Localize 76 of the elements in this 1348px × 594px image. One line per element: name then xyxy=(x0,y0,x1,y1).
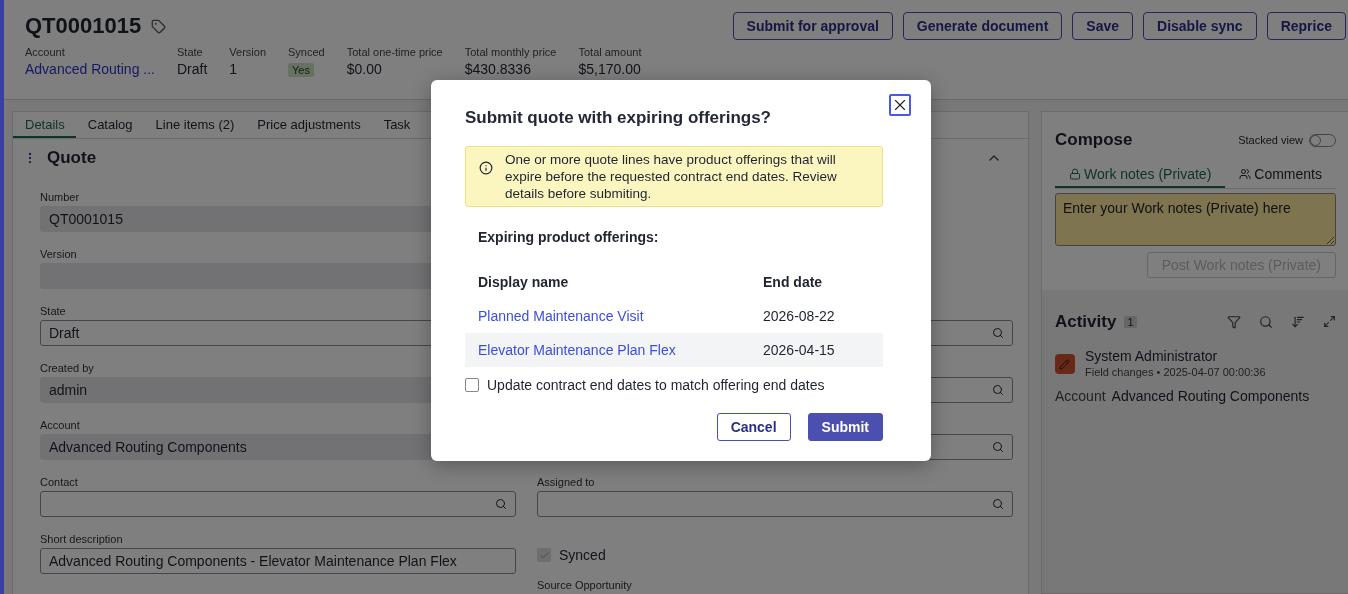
change-field: Account xyxy=(1054,388,1106,404)
synced-checkbox[interactable] xyxy=(537,548,551,562)
text-field[interactable]: Advanced Routing Components - Elevator Maintenance Plan Flex xyxy=(40,548,516,574)
form-tab[interactable]: Details xyxy=(13,112,76,138)
search-icon xyxy=(992,327,1004,339)
author-name: System Administrator xyxy=(1084,348,1219,364)
pencil-icon xyxy=(1054,354,1075,374)
meta-value: $430.8336 xyxy=(464,61,532,77)
end-date: 2026-04-15 xyxy=(763,342,836,358)
field-label: Version xyxy=(40,248,78,260)
meta-label: Account xyxy=(25,46,66,58)
change-value: Advanced Routing Components xyxy=(1111,388,1310,404)
warning-text: One or more quote lines have product offerings that will expire before the requested contract end dates. Review details before submiting. xyxy=(505,151,838,202)
column-header: End date xyxy=(763,274,824,290)
meta-value: 1 xyxy=(229,61,239,77)
compose-tab[interactable]: Work notes (Private) xyxy=(1054,162,1226,188)
search-icon xyxy=(992,384,1004,396)
record-title: QT0001015 xyxy=(25,13,142,39)
meta-label: Synced xyxy=(288,46,325,58)
form-tab[interactable]: Line items (2) xyxy=(143,112,246,138)
search-icon xyxy=(992,441,1004,453)
expand-icon[interactable] xyxy=(1323,315,1336,328)
meta-value: $5,170.00 xyxy=(578,61,642,77)
lookup-field[interactable] xyxy=(40,491,516,517)
cancel-button[interactable]: Cancel xyxy=(716,413,791,441)
lookup-field[interactable] xyxy=(537,491,1013,517)
field-label: Account xyxy=(40,419,81,431)
tag-icon[interactable] xyxy=(151,18,167,34)
field-label: Assigned to xyxy=(537,476,596,488)
action-button[interactable]: Reprice xyxy=(1266,12,1346,40)
toggle-label: Stacked view xyxy=(1238,134,1303,146)
dialog-title: Submit quote with expiring offerings? xyxy=(465,107,772,128)
meta-label: State xyxy=(177,46,204,58)
checkbox-label: Synced xyxy=(559,547,606,563)
meta-label: Total monthly price xyxy=(464,46,557,58)
form-tab[interactable]: Catalog xyxy=(75,112,144,138)
update-checkbox[interactable] xyxy=(465,378,479,392)
meta-value: Draft xyxy=(177,61,208,77)
end-date: 2026-08-22 xyxy=(763,308,836,324)
entry-meta: Field changes • 2025-04-07 00:00:36 xyxy=(1084,366,1266,378)
close-button[interactable] xyxy=(889,94,911,116)
section-title: Quote xyxy=(47,148,97,168)
action-button[interactable]: Disable sync xyxy=(1143,12,1257,40)
action-button[interactable]: Submit for approval xyxy=(732,12,893,40)
action-button[interactable]: Generate document xyxy=(902,12,1063,40)
synced-badge: Yes xyxy=(288,63,314,77)
work-notes-field[interactable]: Enter your Work notes (Private) here xyxy=(1054,193,1336,246)
count-badge: 1 xyxy=(1124,316,1137,328)
meta-label: Version xyxy=(229,46,267,58)
field-label: Contact xyxy=(40,476,79,488)
lock-icon xyxy=(1068,168,1081,180)
account-link[interactable]: Advanced Routing ... xyxy=(25,61,155,77)
compose-tab[interactable]: Comments xyxy=(1225,162,1336,188)
field-label: Created by xyxy=(40,362,95,374)
meta-label: Total one-time price xyxy=(346,46,443,58)
field-label: Short description xyxy=(40,533,124,545)
compose-title: Compose xyxy=(1054,130,1133,150)
search-icon xyxy=(992,498,1004,510)
form-tab[interactable]: Task xyxy=(371,112,422,138)
form-tab[interactable]: Price adjustments xyxy=(245,112,372,138)
filter-icon[interactable] xyxy=(1227,315,1241,329)
submit-button[interactable]: Submit xyxy=(807,413,883,441)
field-label: Source Opportunity xyxy=(537,579,633,591)
list-heading: Expiring product offerings: xyxy=(478,229,660,245)
column-header: Display name xyxy=(478,274,570,290)
action-button[interactable]: Save xyxy=(1072,12,1134,40)
search-icon[interactable] xyxy=(1259,315,1273,329)
meta-value: $0.00 xyxy=(346,61,383,77)
search-icon xyxy=(495,498,507,510)
meta-label: Total amount xyxy=(578,46,642,58)
activity-title: Activity xyxy=(1054,312,1117,332)
check-icon xyxy=(538,549,550,561)
people-icon xyxy=(1239,168,1252,180)
sort-icon[interactable] xyxy=(1291,315,1305,329)
info-icon xyxy=(479,161,493,175)
stacked-view-toggle[interactable] xyxy=(1309,133,1336,147)
